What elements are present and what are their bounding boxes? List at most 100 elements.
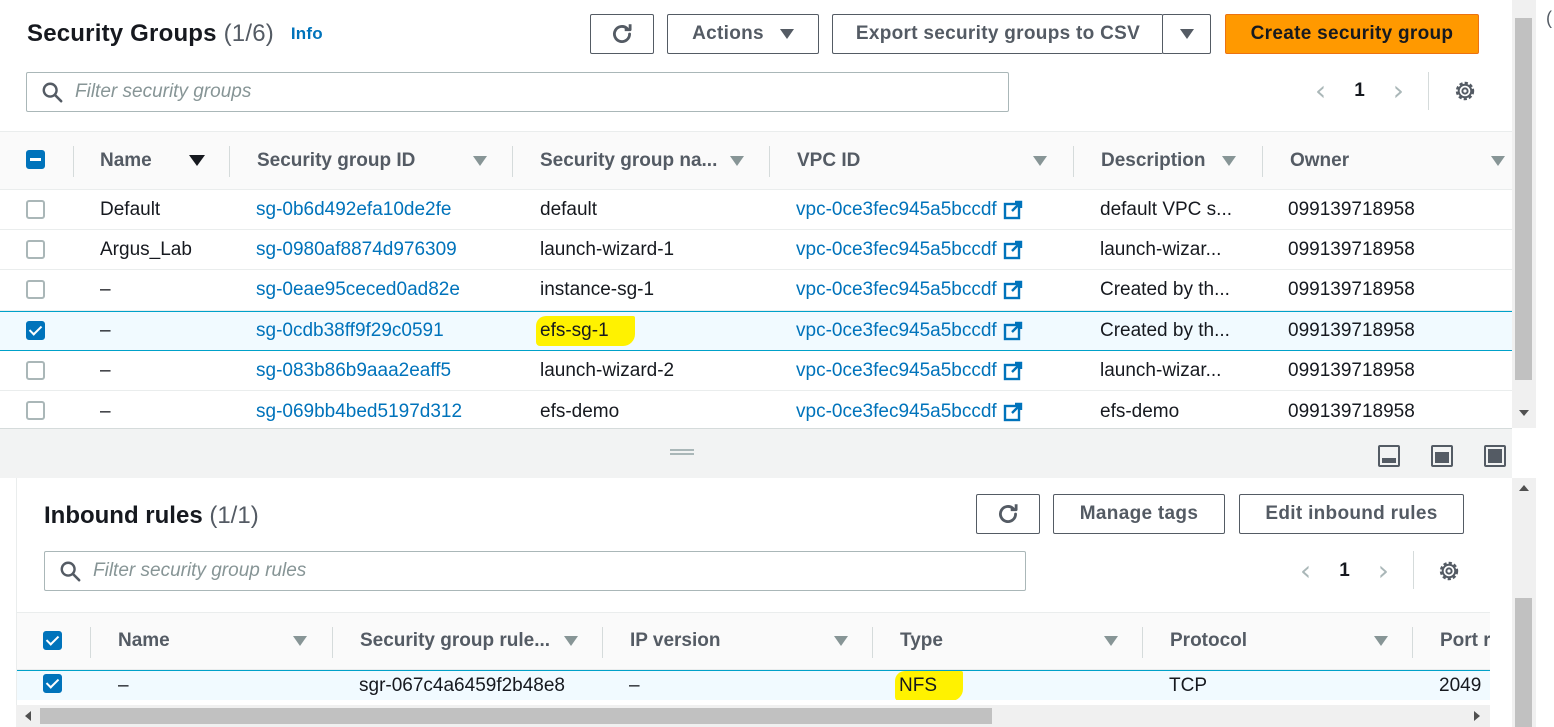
search-icon	[42, 82, 63, 103]
sg-id-link[interactable]: sg-0cdb38ff9f29c0591	[256, 312, 506, 350]
column-header-port-range[interactable]: Port r	[1440, 613, 1490, 669]
security-groups-table-header: Name Security group ID Security group na…	[0, 131, 1512, 190]
inbound-rules-table-header: Name Security group rule... IP version T…	[17, 612, 1490, 670]
caret-down-icon	[779, 29, 794, 39]
info-link[interactable]: Info	[291, 24, 323, 43]
vpc-id-link[interactable]: vpc-0ce3fec945a5bccdf	[796, 270, 1066, 310]
sort-icon[interactable]	[189, 155, 205, 166]
sg-id-link[interactable]: sg-069bb4bed5197d312	[256, 391, 506, 428]
manage-tags-button[interactable]: Manage tags	[1053, 494, 1225, 534]
sg-id-link[interactable]: sg-0b6d492efa10de2fe	[256, 190, 506, 229]
sort-icon[interactable]	[473, 155, 487, 166]
column-header-name[interactable]: Name	[118, 613, 318, 669]
create-security-group-button[interactable]: Create security group	[1225, 14, 1479, 54]
cell-description: default VPC s...	[1100, 198, 1233, 220]
table-row[interactable]: – sg-083b86b9aaa2eaff5 launch-wizard-2 v…	[0, 351, 1512, 391]
filter-rules-input[interactable]: Filter security group rules	[44, 551, 1026, 591]
drag-handle-icon[interactable]	[670, 449, 694, 455]
pagination: ‹ 1 ›	[1315, 74, 1404, 107]
vpc-id-link[interactable]: vpc-0ce3fec945a5bccdf	[796, 230, 1066, 269]
page-number[interactable]: 1	[1339, 560, 1350, 582]
column-header-description[interactable]: Description	[1101, 132, 1251, 189]
vpc-id-link[interactable]: vpc-0ce3fec945a5bccdf	[796, 312, 1066, 350]
page-number[interactable]: 1	[1354, 80, 1365, 102]
gear-icon[interactable]	[1437, 559, 1461, 583]
cell-sg-name: launch-wizard-2	[540, 359, 675, 381]
chevron-right-icon[interactable]: ›	[1393, 74, 1404, 107]
chevron-right-icon[interactable]: ›	[1378, 554, 1389, 587]
column-header-owner[interactable]: Owner	[1290, 132, 1510, 189]
split-panel-divider[interactable]	[0, 428, 1512, 478]
refresh-rules-button[interactable]	[976, 494, 1040, 534]
vpc-id-link[interactable]: vpc-0ce3fec945a5bccdf	[796, 190, 1066, 229]
scroll-left-arrow[interactable]	[25, 711, 31, 721]
row-checkbox[interactable]	[26, 200, 45, 219]
vpc-id-link[interactable]: vpc-0ce3fec945a5bccdf	[796, 351, 1066, 390]
row-checkbox[interactable]	[26, 240, 45, 259]
scrollbar-thumb[interactable]	[1515, 18, 1532, 380]
cell-owner: 099139718958	[1288, 400, 1415, 422]
filter-security-groups-input[interactable]: Filter security groups	[26, 72, 1009, 112]
vpc-id-link[interactable]: vpc-0ce3fec945a5bccdf	[796, 391, 1066, 428]
export-dropdown-button[interactable]	[1162, 14, 1211, 54]
column-header-vpc-id[interactable]: VPC ID	[797, 132, 1057, 189]
horizontal-scrollbar[interactable]	[16, 705, 1490, 727]
sort-icon[interactable]	[293, 636, 307, 646]
select-all-checkbox[interactable]	[43, 631, 62, 650]
cell-description: Created by th...	[1100, 279, 1230, 300]
column-header-protocol[interactable]: Protocol	[1170, 613, 1410, 669]
cell-name: –	[100, 400, 111, 422]
table-row[interactable]: – sg-0eae95ceced0ad82e instance-sg-1 vpc…	[0, 270, 1512, 311]
row-checkbox[interactable]	[26, 280, 45, 299]
sg-id-link[interactable]: sg-083b86b9aaa2eaff5	[256, 351, 506, 390]
edit-label: Edit inbound rules	[1265, 503, 1438, 524]
sort-icon[interactable]	[834, 636, 848, 646]
layout-side-icon[interactable]	[1431, 445, 1453, 467]
column-header-ip-version[interactable]: IP version	[630, 613, 870, 669]
column-divider	[602, 627, 603, 658]
selection-count: (1/1)	[209, 502, 259, 529]
row-checkbox[interactable]	[26, 401, 45, 420]
select-all-checkbox[interactable]	[26, 150, 45, 169]
column-header-rule-id[interactable]: Security group rule...	[360, 613, 590, 669]
sort-icon[interactable]	[1222, 155, 1236, 166]
sort-icon[interactable]	[730, 155, 744, 166]
chevron-left-icon[interactable]: ‹	[1315, 74, 1326, 107]
external-link-icon	[1003, 280, 1022, 300]
scroll-right-arrow[interactable]	[1474, 711, 1480, 721]
edit-inbound-rules-button[interactable]: Edit inbound rules	[1239, 494, 1464, 534]
chevron-left-icon[interactable]: ‹	[1300, 554, 1311, 587]
vertical-scrollbar[interactable]	[1512, 0, 1536, 428]
gear-icon[interactable]	[1453, 79, 1477, 103]
row-checkbox[interactable]	[43, 674, 62, 693]
scrollbar-thumb[interactable]	[40, 708, 992, 724]
sort-icon[interactable]	[1491, 155, 1505, 166]
export-csv-button[interactable]: Export security groups to CSV	[832, 14, 1163, 54]
sort-icon[interactable]	[564, 636, 578, 646]
table-row-selected[interactable]: – sgr-067c4a6459f2b48e8 – NFS TCP 2049	[17, 670, 1490, 700]
column-header-sg-id[interactable]: Security group ID	[257, 132, 497, 189]
scrollbar-thumb[interactable]	[1515, 598, 1532, 727]
sort-icon[interactable]	[1374, 636, 1388, 646]
scroll-down-arrow[interactable]	[1519, 410, 1529, 416]
column-header-sg-name[interactable]: Security group na...	[540, 132, 755, 189]
sort-icon[interactable]	[1033, 155, 1047, 166]
column-header-name[interactable]: Name	[100, 132, 220, 189]
table-row[interactable]: Argus_Lab sg-0980af8874d976309 launch-wi…	[0, 230, 1512, 270]
sg-id-link[interactable]: sg-0eae95ceced0ad82e	[256, 270, 506, 310]
row-checkbox[interactable]	[26, 361, 45, 380]
table-row-selected[interactable]: – sg-0cdb38ff9f29c0591 efs-sg-1 vpc-0ce3…	[0, 311, 1512, 351]
table-row[interactable]: – sg-069bb4bed5197d312 efs-demo vpc-0ce3…	[0, 391, 1512, 428]
layout-bottom-icon[interactable]	[1378, 445, 1400, 467]
sg-id-link[interactable]: sg-0980af8874d976309	[256, 230, 506, 269]
table-row[interactable]: Default sg-0b6d492efa10de2fe default vpc…	[0, 190, 1512, 230]
row-checkbox[interactable]	[26, 321, 45, 340]
column-header-type[interactable]: Type	[900, 613, 1140, 669]
column-divider	[1142, 627, 1143, 658]
actions-button[interactable]: Actions	[667, 14, 819, 54]
refresh-button[interactable]	[590, 14, 654, 54]
layout-full-icon[interactable]	[1484, 445, 1506, 467]
scroll-up-arrow[interactable]	[1519, 485, 1529, 491]
sort-icon[interactable]	[1104, 636, 1118, 646]
vertical-scrollbar[interactable]	[1512, 478, 1536, 727]
